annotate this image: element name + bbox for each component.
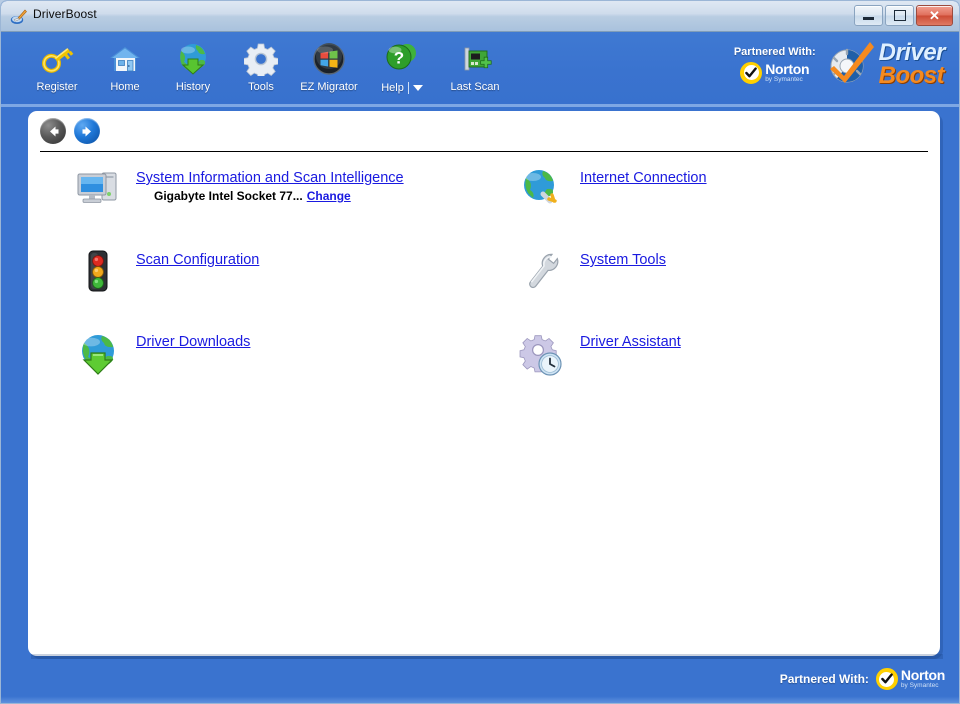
help-label-row: Help: [381, 82, 423, 94]
shortcut-system-information[interactable]: System Information and Scan Intelligence…: [28, 159, 496, 241]
shortcut-text-block: System Information and Scan Intelligence…: [126, 165, 496, 205]
norton-checkmark-icon: [740, 61, 763, 84]
toolbar-button-home[interactable]: Home: [91, 36, 159, 93]
toolbar-label: Help: [381, 82, 404, 94]
status-norton-logo: Norton by Symantec: [875, 667, 945, 690]
content-divider: [40, 151, 928, 152]
svg-text:?: ?: [394, 49, 404, 68]
link-internet-connection[interactable]: Internet Connection: [580, 170, 707, 186]
system-info-value: Gigabyte Intel Socket 77...: [154, 189, 303, 203]
windows-flag-icon: [312, 40, 346, 78]
toolbar-button-register[interactable]: Register: [23, 36, 91, 93]
change-link[interactable]: Change: [307, 189, 351, 203]
header-branding: Partnered With: Norton by Symantec Drive…: [734, 38, 946, 91]
shortcut-internet-connection[interactable]: Internet Connection: [496, 159, 940, 241]
window-title: DriverBoost: [33, 7, 97, 21]
system-info-subtext: Gigabyte Intel Socket 77... Change: [136, 189, 351, 203]
window-controls: ✕: [854, 5, 953, 26]
toolbar-button-tools[interactable]: Tools: [227, 36, 295, 93]
globe-download-icon: [176, 40, 210, 78]
arrow-left-icon: [49, 126, 58, 136]
status-norton-name: Norton: [900, 667, 945, 684]
main-toolbar: Register Home History Tools EZ Migrator …: [1, 32, 959, 104]
shortcut-row: System Information and Scan Intelligence…: [28, 159, 940, 241]
toolbar-label: Last Scan: [450, 81, 500, 93]
shortcuts-grid: System Information and Scan Intelligence…: [28, 159, 940, 405]
toolbar-label: Home: [110, 81, 140, 93]
toolbar-button-help[interactable]: ? Help: [363, 36, 441, 94]
status-partner-block: Partnered With: Norton by Symantec: [780, 668, 945, 690]
shortcut-driver-downloads[interactable]: Driver Downloads: [28, 323, 496, 405]
brand-word-boost: Boost: [878, 61, 945, 89]
toolbar-button-history[interactable]: History: [159, 36, 227, 93]
shortcut-row: Scan Configuration System Tools: [28, 241, 940, 323]
content-panel: System Information and Scan Intelligence…: [28, 111, 940, 656]
shortcut-text-block: Driver Downloads: [126, 329, 250, 351]
application-window: DriverBoost ✕ Register Home History Tool…: [0, 0, 960, 704]
toolbar-label: Register: [36, 81, 78, 93]
chevron-down-icon[interactable]: [412, 85, 423, 91]
shortcut-scan-configuration[interactable]: Scan Configuration: [28, 241, 496, 323]
toolbar-label: History: [175, 81, 211, 93]
help-question-icon: ?: [385, 40, 419, 79]
link-scan-configuration[interactable]: Scan Configuration: [136, 252, 259, 268]
title-bar[interactable]: DriverBoost ✕: [1, 1, 959, 32]
status-bar: Partnered With: Norton by Symantec: [1, 659, 959, 703]
link-system-information[interactable]: System Information and Scan Intelligence: [136, 170, 404, 186]
toolbar-label: EZ Migrator: [300, 81, 358, 93]
house-icon: [108, 40, 142, 78]
maximize-button[interactable]: [885, 5, 914, 26]
wrench-icon: [514, 247, 570, 295]
norton-logo: Norton by Symantec: [740, 60, 810, 84]
toolbar-underline: [1, 104, 959, 107]
link-driver-downloads[interactable]: Driver Downloads: [136, 334, 250, 350]
status-norton-subtitle: by Symantec: [900, 682, 939, 690]
traffic-light-icon: [70, 247, 126, 295]
globe-plug-icon: [514, 165, 570, 211]
forward-button[interactable]: [74, 118, 100, 144]
shortcut-text-block: System Tools: [570, 247, 666, 269]
close-icon: ✕: [929, 8, 940, 23]
norton-name: Norton: [765, 60, 810, 77]
minimize-icon: [863, 16, 874, 20]
status-partnered-with-label: Partnered With:: [779, 672, 869, 686]
shortcut-driver-assistant[interactable]: Driver Assistant: [496, 323, 940, 405]
app-icon: [10, 8, 27, 25]
partnered-with-label: Partnered With:: [733, 45, 816, 58]
shortcut-text-block: Scan Configuration: [126, 247, 259, 269]
computer-monitor-icon: [70, 165, 126, 211]
partner-block: Partnered With: Norton by Symantec: [734, 46, 816, 84]
driverboost-logo-icon: [824, 38, 876, 91]
link-system-tools[interactable]: System Tools: [580, 252, 666, 268]
minimize-button[interactable]: [854, 5, 883, 26]
shortcut-text-block: Internet Connection: [570, 165, 707, 187]
toolbar-label: Tools: [248, 81, 274, 93]
close-button[interactable]: ✕: [916, 5, 953, 26]
arrow-right-icon: [82, 126, 91, 136]
shortcut-row: Driver Downloads Driver Assistant: [28, 323, 940, 405]
shortcut-text-block: Driver Assistant: [570, 329, 681, 351]
maximize-icon: [893, 10, 906, 21]
link-driver-assistant[interactable]: Driver Assistant: [580, 334, 681, 350]
back-button[interactable]: [40, 118, 66, 144]
toolbar-button-last-scan[interactable]: Last Scan: [441, 36, 509, 93]
key-icon: [39, 40, 75, 78]
driverboost-logo: Driver Boost: [824, 38, 946, 91]
norton-checkmark-icon: [875, 668, 898, 690]
gear-icon: [244, 40, 278, 78]
help-separator: [407, 82, 409, 94]
network-card-plus-icon: [458, 40, 492, 78]
norton-subtitle: by Symantec: [765, 75, 803, 83]
toolbar-button-ez-migrator[interactable]: EZ Migrator: [295, 36, 363, 93]
shortcut-system-tools[interactable]: System Tools: [496, 241, 940, 323]
globe-download-arrow-icon: [70, 329, 126, 377]
gear-clock-icon: [514, 329, 570, 377]
navigation-bar: [28, 111, 940, 145]
toolbar-buttons: Register Home History Tools EZ Migrator …: [23, 36, 509, 94]
